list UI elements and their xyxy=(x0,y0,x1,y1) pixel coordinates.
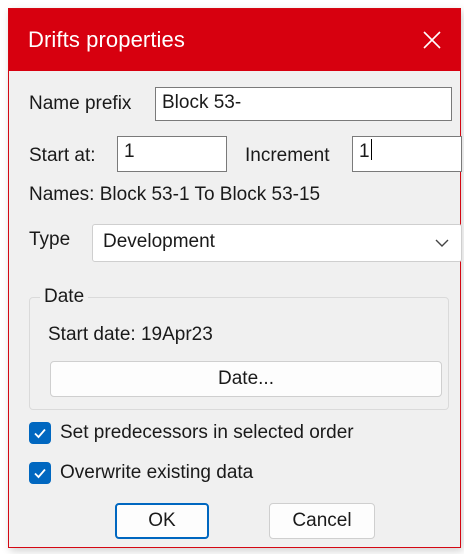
name-prefix-value: Block 53- xyxy=(162,92,242,113)
names-summary: Names: Block 53-1 To Block 53-15 xyxy=(29,184,321,205)
set-predecessors-checkbox[interactable] xyxy=(29,422,51,444)
name-prefix-label: Name prefix xyxy=(29,93,132,114)
overwrite-existing-checkbox[interactable] xyxy=(29,462,51,484)
start-at-value: 1 xyxy=(124,141,135,162)
start-date-text: Start date: 19Apr23 xyxy=(48,324,213,345)
date-group: Date Start date: 19Apr23 Date... xyxy=(29,286,449,410)
date-button[interactable]: Date... xyxy=(50,361,442,397)
type-select[interactable]: Development xyxy=(92,224,462,262)
name-prefix-input[interactable]: Block 53- xyxy=(155,87,452,121)
close-button[interactable] xyxy=(404,9,460,71)
overwrite-existing-label[interactable]: Overwrite existing data xyxy=(60,462,253,484)
checkmark-icon xyxy=(34,468,46,479)
type-label: Type xyxy=(29,229,71,250)
title-bar: Drifts properties xyxy=(9,9,460,71)
cancel-button-label: Cancel xyxy=(292,510,352,531)
increment-input[interactable]: 1 xyxy=(352,136,462,172)
close-icon xyxy=(423,31,441,49)
ok-button-label: OK xyxy=(148,510,176,531)
window-title: Drifts properties xyxy=(28,27,185,52)
drifts-properties-dialog: Drifts properties Name prefix Block 53- … xyxy=(8,8,462,548)
chevron-down-icon xyxy=(435,239,449,247)
text-caret xyxy=(370,139,372,160)
cancel-button[interactable]: Cancel xyxy=(269,503,375,539)
start-at-input[interactable]: 1 xyxy=(117,136,227,172)
checkmark-icon xyxy=(34,428,46,439)
date-button-label: Date... xyxy=(218,368,274,389)
ok-button[interactable]: OK xyxy=(115,503,209,539)
start-at-label: Start at: xyxy=(29,145,96,166)
set-predecessors-label[interactable]: Set predecessors in selected order xyxy=(60,422,354,444)
type-selected-value: Development xyxy=(103,231,215,252)
date-group-legend: Date xyxy=(40,286,89,308)
increment-value: 1 xyxy=(359,141,370,162)
increment-label: Increment xyxy=(245,145,330,166)
